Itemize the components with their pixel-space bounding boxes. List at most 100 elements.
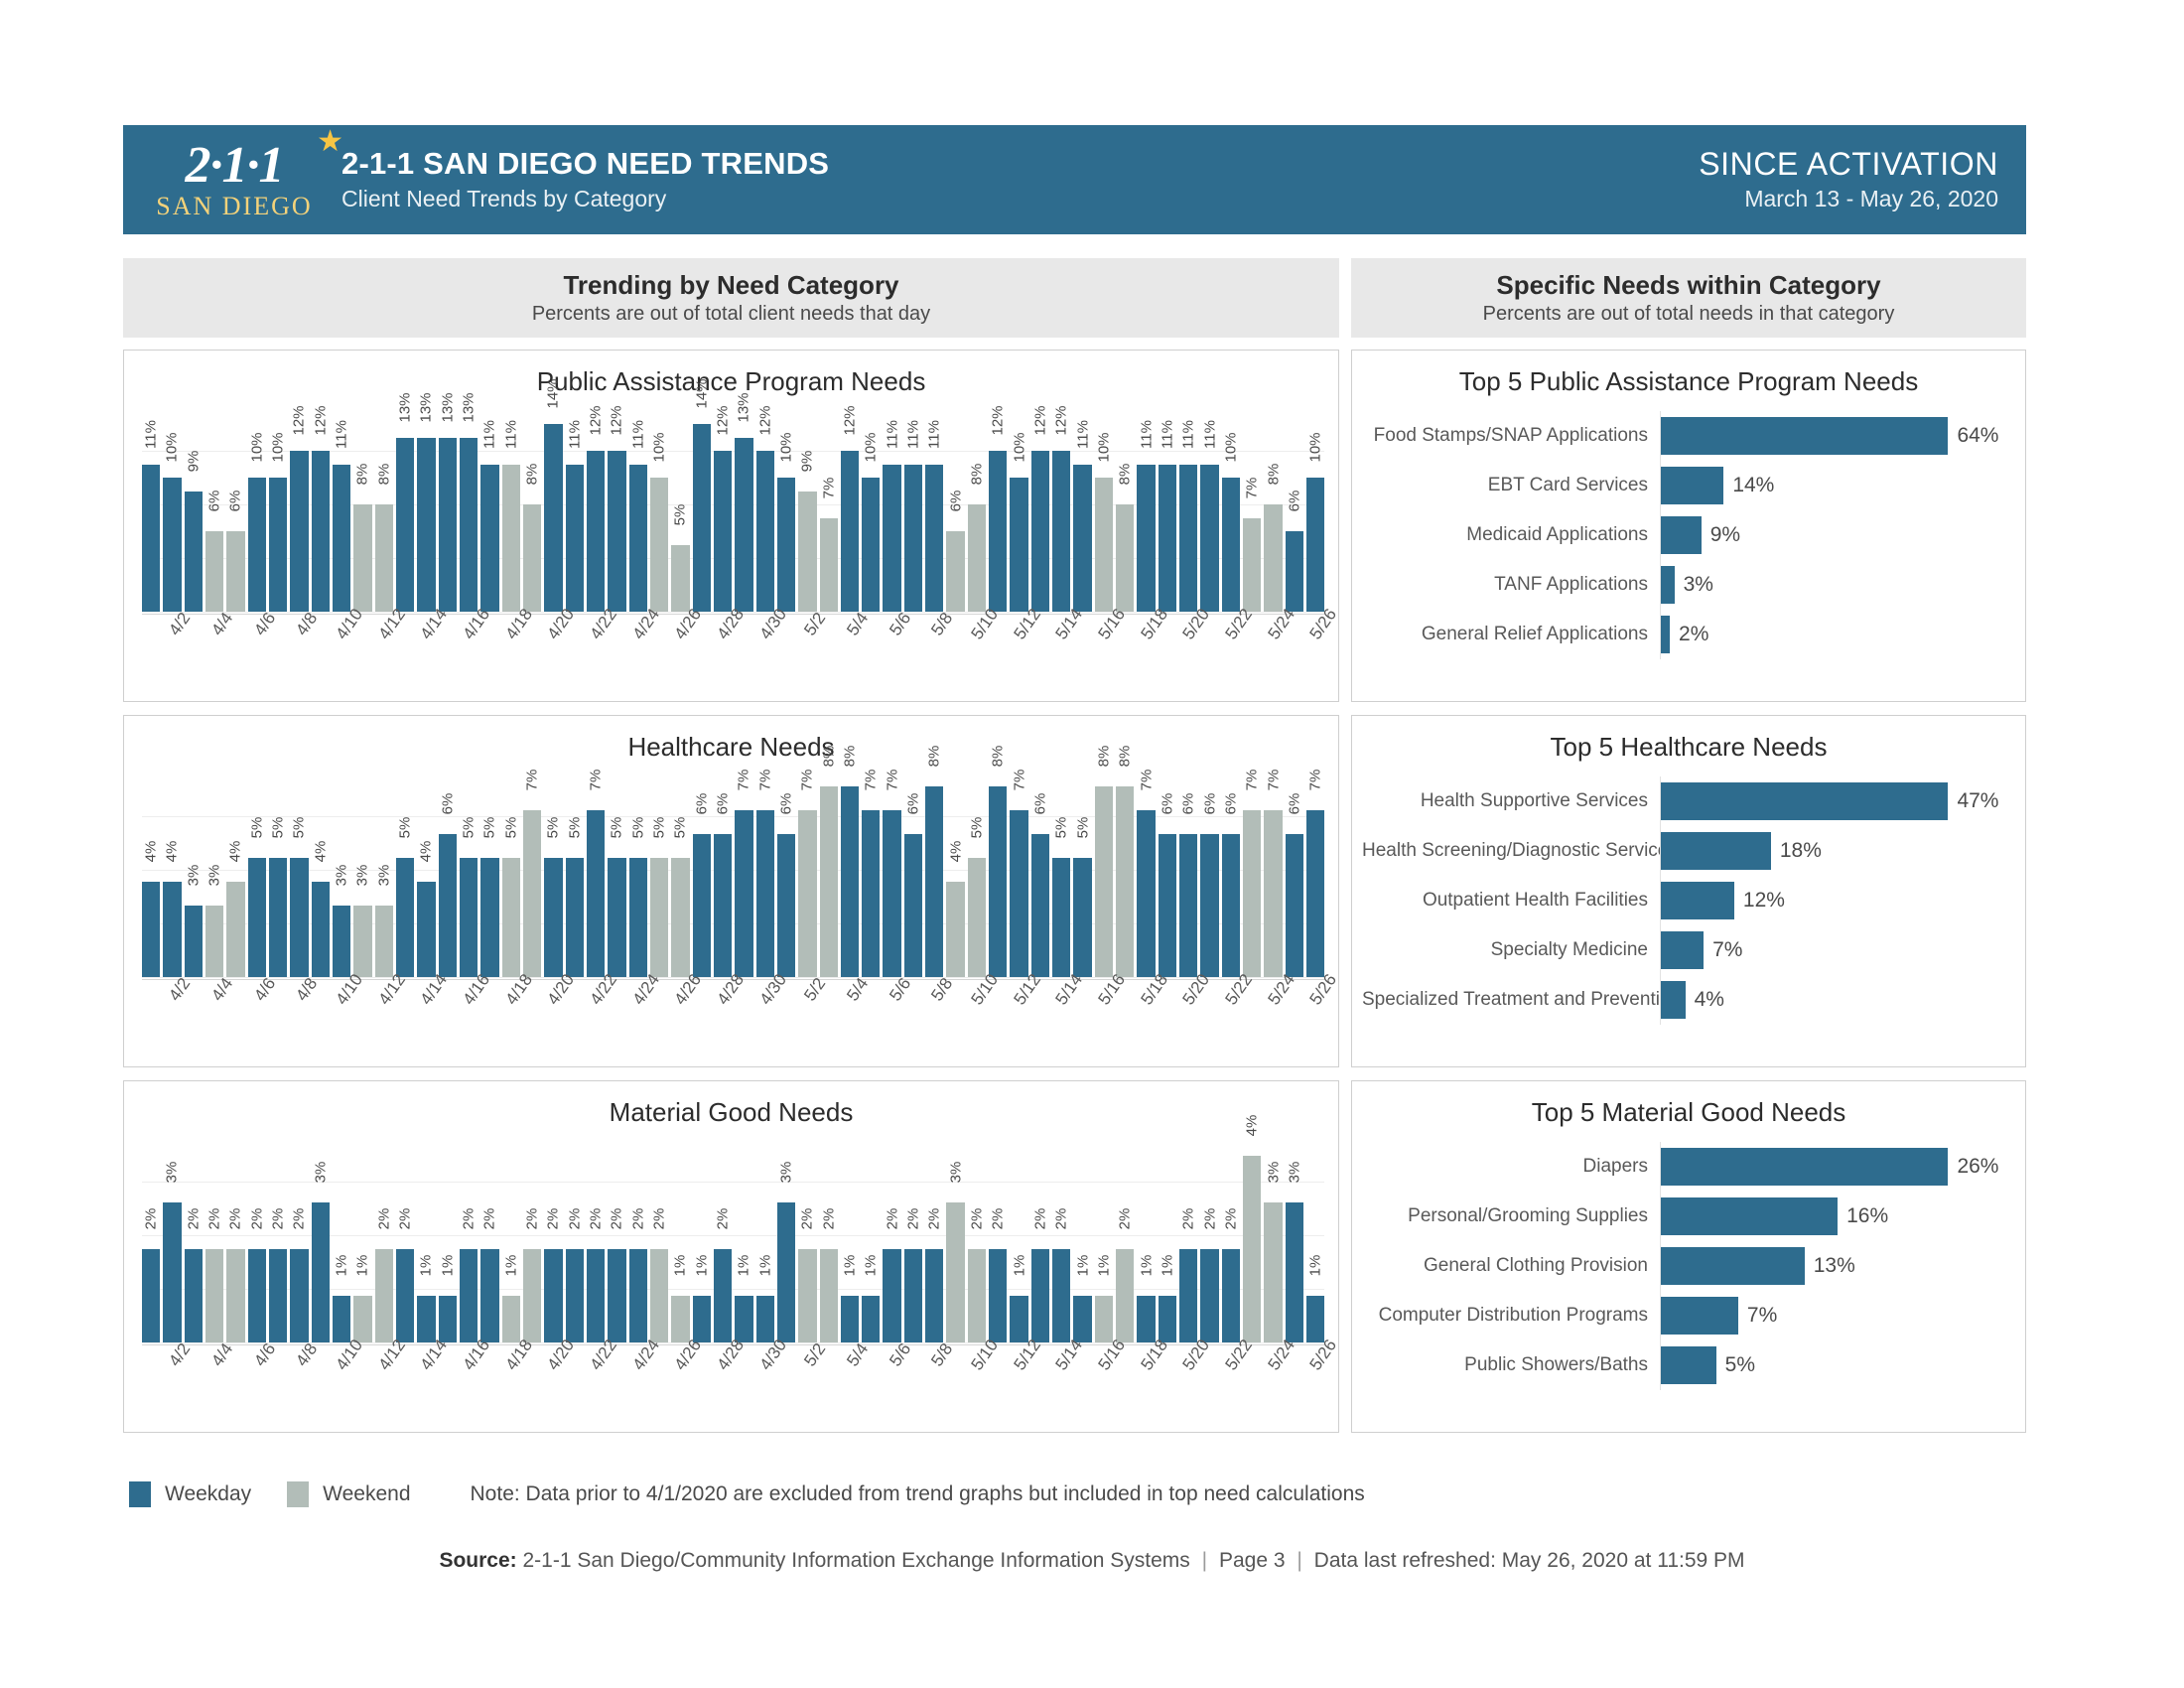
bar-weekday[interactable]	[163, 478, 182, 613]
bar-column[interactable]: 6%	[205, 397, 224, 613]
bar-column[interactable]: 6%	[946, 397, 965, 613]
bar-column[interactable]: 3%	[184, 763, 203, 978]
bar-weekend[interactable]	[226, 1249, 245, 1343]
bar-weekday[interactable]	[692, 424, 711, 613]
bar-weekend[interactable]	[374, 906, 393, 978]
bar-column[interactable]: 8%	[840, 746, 860, 978]
bar-column[interactable]: 2%	[967, 1128, 987, 1343]
bar-column[interactable]: 4%	[163, 763, 182, 978]
bar-weekday[interactable]	[586, 810, 606, 978]
bar-column[interactable]: 7%	[522, 763, 542, 978]
bar-weekend[interactable]	[819, 517, 838, 613]
bar-weekday[interactable]	[1030, 451, 1050, 613]
bar-column[interactable]: 5%	[480, 763, 499, 978]
bar-weekday[interactable]	[1030, 1249, 1050, 1343]
top5-bar[interactable]	[1661, 566, 1675, 605]
bar-column[interactable]: 5%	[395, 763, 415, 978]
bar-column[interactable]: 1%	[692, 1128, 711, 1343]
top5-bar[interactable]	[1661, 931, 1705, 970]
bar-column[interactable]: 1%	[1137, 1128, 1156, 1343]
bar-column[interactable]: 11%	[142, 397, 161, 613]
bar-column[interactable]: 3%	[311, 1128, 330, 1343]
top5-bar[interactable]	[1661, 1197, 1839, 1236]
top5-bar[interactable]	[1661, 782, 1949, 821]
bar-weekday[interactable]	[163, 882, 182, 978]
bar-weekend[interactable]	[967, 1249, 987, 1343]
bar-weekday[interactable]	[628, 858, 647, 978]
bar-weekday[interactable]	[332, 906, 351, 978]
top5-row[interactable]: Computer Distribution Programs 7%	[1362, 1291, 2011, 1341]
bar-column[interactable]: 2%	[819, 1128, 838, 1343]
bar-weekday[interactable]	[903, 464, 923, 613]
bar-column[interactable]: 10%	[1010, 397, 1028, 613]
bar-weekend[interactable]	[1116, 786, 1135, 978]
bar-column[interactable]: 5%	[628, 763, 647, 978]
bar-weekend[interactable]	[671, 544, 690, 613]
bar-weekday[interactable]	[713, 451, 733, 613]
bar-weekday[interactable]	[628, 464, 647, 613]
bar-column[interactable]: 12%	[1030, 397, 1050, 613]
bar-weekend[interactable]	[522, 504, 542, 613]
bar-column[interactable]: 5%	[290, 763, 309, 978]
bar-column[interactable]: 2%	[903, 1128, 923, 1343]
bar-weekday[interactable]	[395, 437, 415, 613]
bar-weekend[interactable]	[1094, 478, 1114, 613]
top5-bar[interactable]	[1661, 1297, 1738, 1336]
bar-column[interactable]: 10%	[776, 397, 796, 613]
bar-column[interactable]: 1%	[1094, 1128, 1114, 1343]
bar-column[interactable]: 5%	[608, 763, 626, 978]
bar-weekday[interactable]	[247, 1249, 266, 1343]
top5-row[interactable]: Outpatient Health Facilities 12%	[1362, 876, 2011, 926]
bar-weekend[interactable]	[353, 1296, 372, 1343]
bar-column[interactable]: 5%	[1073, 763, 1092, 978]
bar-column[interactable]: 11%	[903, 397, 923, 613]
bar-weekend[interactable]	[798, 491, 817, 613]
bar-column[interactable]: 5%	[565, 763, 584, 978]
bar-column[interactable]: 8%	[1116, 746, 1135, 978]
bar-weekday[interactable]	[1285, 834, 1304, 978]
bar-weekday[interactable]	[1306, 1296, 1325, 1343]
bar-column[interactable]: 7%	[755, 763, 774, 978]
bar-weekday[interactable]	[268, 478, 288, 613]
bar-weekday[interactable]	[903, 1249, 923, 1343]
bar-column[interactable]: 4%	[417, 763, 436, 978]
bar-weekend[interactable]	[967, 504, 987, 613]
bar-column[interactable]: 2%	[1179, 1128, 1198, 1343]
bar-weekday[interactable]	[1158, 1296, 1177, 1343]
bar-weekday[interactable]	[417, 1296, 436, 1343]
bar-weekday[interactable]	[776, 834, 796, 978]
bar-weekend[interactable]	[1264, 1202, 1283, 1343]
bar-column[interactable]: 2%	[989, 1128, 1008, 1343]
top5-row[interactable]: Food Stamps/SNAP Applications 64%	[1362, 411, 2011, 462]
bar-weekday[interactable]	[142, 882, 161, 978]
bar-column[interactable]: 7%	[1243, 763, 1262, 978]
bar-weekday[interactable]	[395, 1249, 415, 1343]
bar-weekday[interactable]	[608, 1249, 626, 1343]
bar-column[interactable]: 3%	[353, 763, 372, 978]
top5-bar[interactable]	[1661, 1148, 1949, 1187]
bar-weekday[interactable]	[1200, 464, 1219, 613]
bar-column[interactable]: 3%	[1285, 1128, 1304, 1343]
bar-column[interactable]: 9%	[184, 397, 203, 613]
bar-column[interactable]: 2%	[1116, 1128, 1135, 1343]
bar-weekday[interactable]	[247, 478, 266, 613]
bar-column[interactable]: 2%	[628, 1128, 647, 1343]
bar-column[interactable]: 4%	[311, 763, 330, 978]
bar-weekend[interactable]	[798, 1249, 817, 1343]
bar-column[interactable]: 6%	[1285, 763, 1304, 978]
top5-bar[interactable]	[1661, 1247, 1805, 1286]
bar-weekday[interactable]	[925, 464, 944, 613]
bar-column[interactable]: 10%	[862, 397, 881, 613]
bar-column[interactable]: 1%	[417, 1128, 436, 1343]
top5-row[interactable]: Public Showers/Baths 5%	[1362, 1340, 2011, 1391]
bar-column[interactable]: 13%	[438, 392, 457, 613]
bar-column[interactable]: 10%	[1306, 397, 1325, 613]
bar-weekday[interactable]	[755, 810, 774, 978]
bar-column[interactable]: 3%	[1264, 1128, 1283, 1343]
bar-column[interactable]: 6%	[1030, 763, 1050, 978]
bar-column[interactable]: 7%	[819, 397, 838, 613]
bar-column[interactable]: 2%	[395, 1128, 415, 1343]
bar-weekday[interactable]	[840, 1296, 860, 1343]
bar-column[interactable]: 7%	[586, 763, 606, 978]
bar-weekend[interactable]	[819, 786, 838, 978]
